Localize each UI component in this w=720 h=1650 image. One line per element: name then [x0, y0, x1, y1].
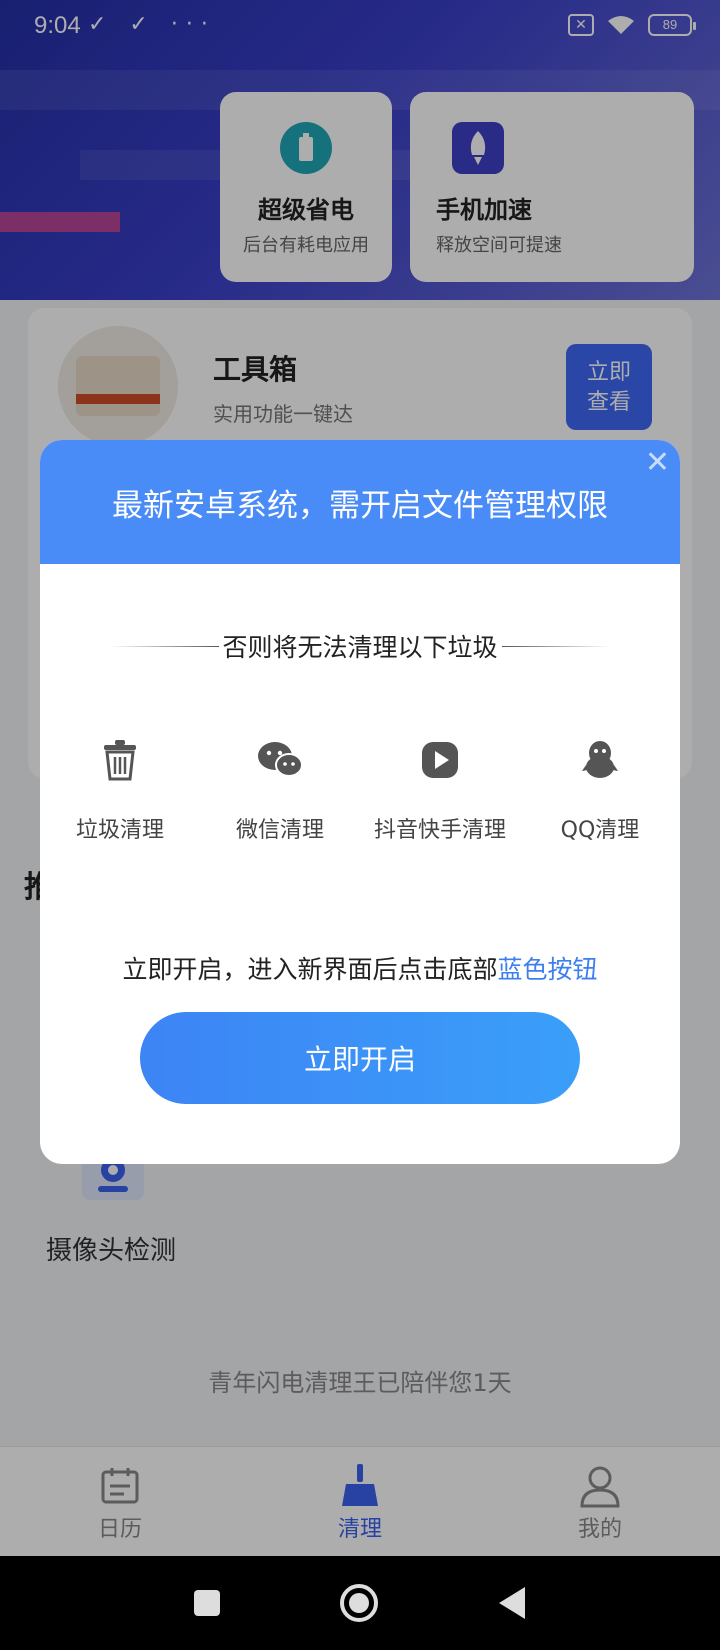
qq-penguin-icon: [520, 730, 680, 790]
permission-dialog: 最新安卓系统，需开启文件管理权限 ✕ 否则将无法清理以下垃圾 垃圾清理 微信清理…: [40, 440, 680, 1164]
divider-line: [110, 645, 219, 647]
junk-label: QQ清理: [560, 818, 640, 843]
video-play-icon: [360, 730, 520, 790]
junk-label: 抖音快手清理: [373, 818, 506, 843]
instruction-prefix: 立即开启，进入新界面后点击底部: [122, 955, 498, 984]
junk-item-wechat: 微信清理: [200, 730, 360, 844]
open-now-button[interactable]: 立即开启: [140, 1012, 580, 1104]
instruction-text: 立即开启，进入新界面后点击底部蓝色按钮: [40, 950, 680, 986]
home-icon[interactable]: [339, 1583, 379, 1623]
junk-label: 微信清理: [235, 818, 324, 843]
system-nav-bar: [0, 1556, 720, 1650]
wechat-icon: [200, 730, 360, 790]
trash-icon: [40, 730, 200, 790]
dialog-subtitle-row: 否则将无法清理以下垃圾: [110, 628, 611, 664]
dialog-subtitle: 否则将无法清理以下垃圾: [222, 633, 498, 662]
close-icon[interactable]: ✕: [645, 448, 670, 478]
back-icon[interactable]: [497, 1586, 527, 1620]
junk-item-qq: QQ清理: [520, 730, 680, 844]
junk-label: 垃圾清理: [75, 818, 164, 843]
junk-item-trash: 垃圾清理: [40, 730, 200, 844]
junk-item-video: 抖音快手清理: [360, 730, 520, 844]
divider-line: [501, 645, 611, 647]
dialog-title: 最新安卓系统，需开启文件管理权限: [112, 487, 608, 524]
dialog-header: 最新安卓系统，需开启文件管理权限 ✕: [40, 440, 680, 564]
recent-apps-icon[interactable]: [193, 1589, 221, 1617]
junk-category-list: 垃圾清理 微信清理 抖音快手清理 QQ清理: [40, 730, 680, 844]
instruction-highlight: 蓝色按钮: [497, 955, 598, 984]
